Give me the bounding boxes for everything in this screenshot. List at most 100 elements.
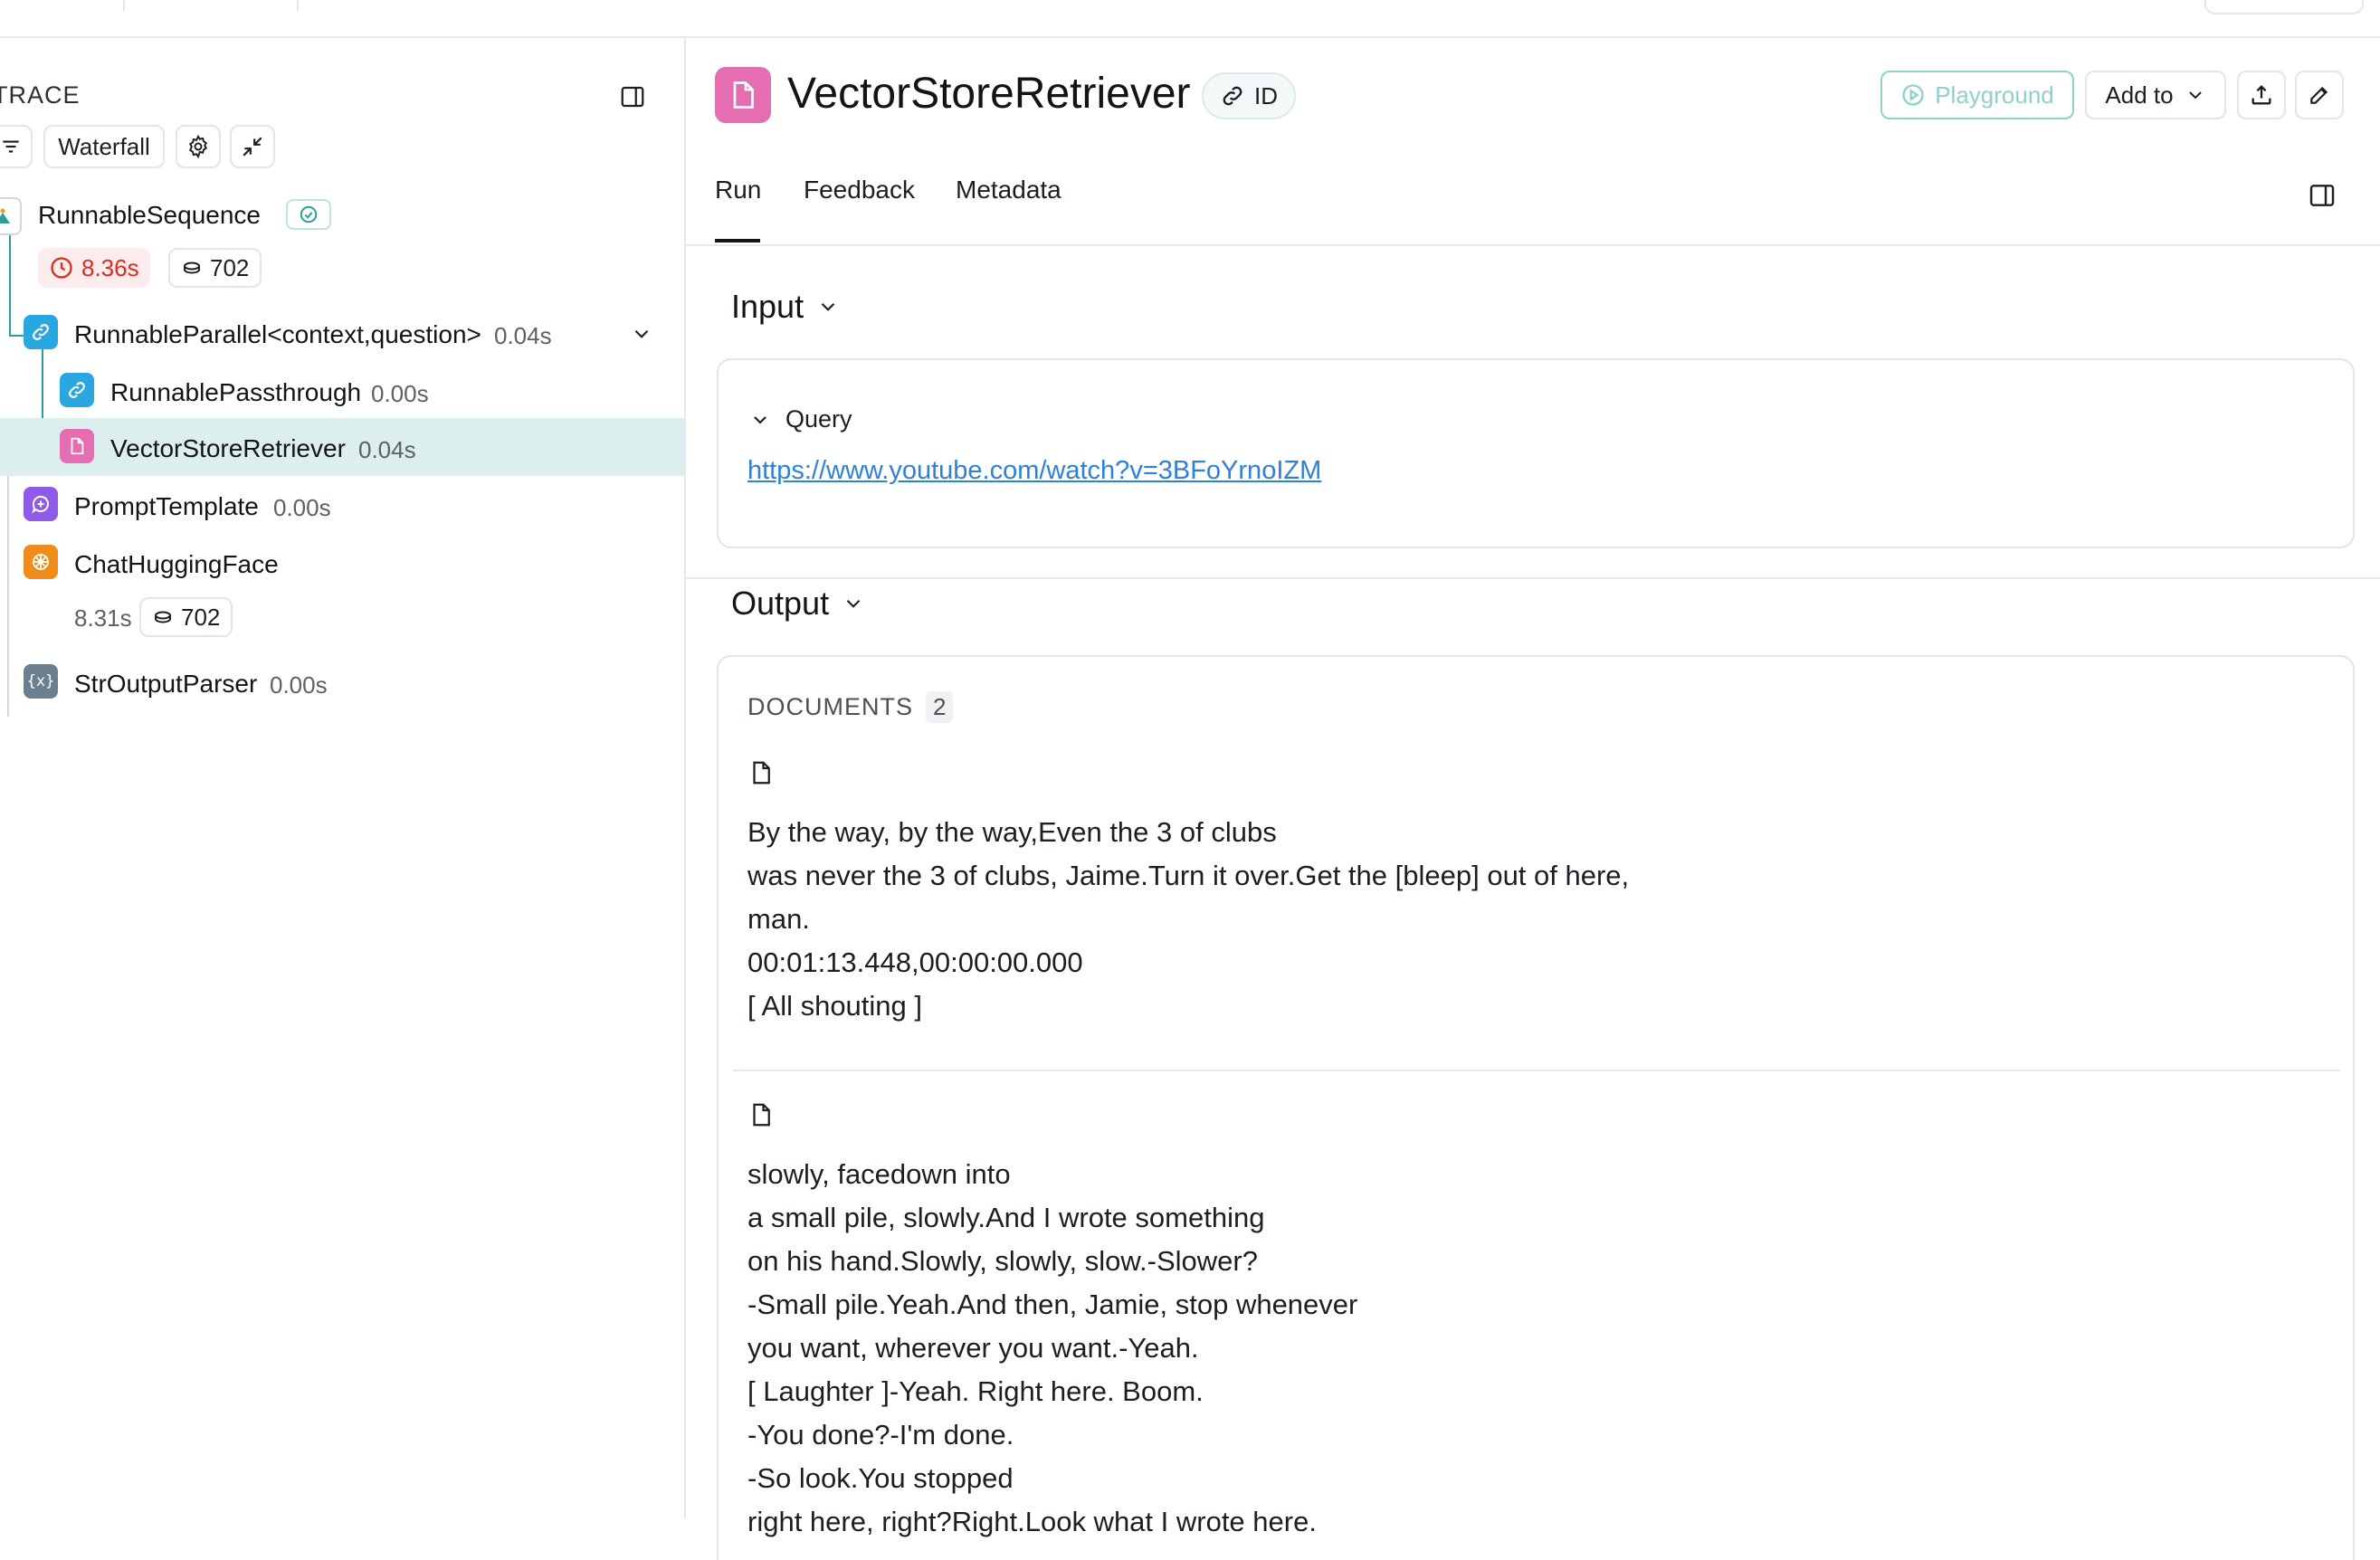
document-icon [60, 429, 94, 463]
tree-node-chat-huggingface[interactable]: ChatHuggingFace 8.31s 702 [0, 539, 684, 648]
tree-node-vectorstore-retriever[interactable]: VectorStoreRetriever 0.04s [0, 418, 684, 476]
document-line: [ All shouting ] [747, 990, 923, 1022]
input-card: Query https://www.youtube.com/watch?v=3B… [717, 358, 2355, 548]
view-mode-button[interactable]: Waterfall [43, 125, 165, 168]
chevron-down-icon[interactable] [630, 322, 653, 346]
document-line: slowly, facedown into [747, 1158, 1011, 1190]
share-button[interactable] [2237, 71, 2286, 119]
trace-title: TRACE [0, 81, 81, 109]
collapse-icon [243, 137, 262, 157]
latency-badge: 8.36s [38, 248, 150, 288]
top-divider [123, 0, 125, 11]
token-badge: 702 [139, 597, 233, 637]
success-badge [286, 199, 331, 230]
tab-metadata[interactable]: Metadata [956, 176, 1061, 205]
trace-panel: TRACE Waterfall RunnableSequence 8.36s 7… [0, 38, 686, 1518]
coins-icon [184, 262, 200, 274]
coins-icon [155, 611, 171, 623]
upload-icon [2251, 85, 2271, 105]
document-icon [715, 67, 771, 123]
active-tab-indicator [715, 239, 760, 243]
file-icon [747, 758, 775, 787]
node-name: RunnablePassthrough [110, 378, 362, 406]
gear-icon [188, 134, 208, 159]
node-name: RunnableParallel<context,question> [74, 320, 481, 348]
document-line: 00:01:13.448,00:00:00.000 [747, 946, 1083, 978]
document-1-content: By the way, by the way,Even the 3 of clu… [747, 811, 1629, 1028]
node-time: 0.00s [371, 380, 429, 407]
clock-icon [51, 257, 72, 279]
tab-run[interactable]: Run [715, 176, 761, 205]
document-line: you want, wherever you want.-Yeah. [747, 1332, 1199, 1364]
document-divider [733, 1070, 2340, 1071]
document-line: a small pile, slowly.And I wrote somethi… [747, 1202, 1265, 1233]
tree-node-runnable-passthrough[interactable]: RunnablePassthrough 0.00s [0, 367, 684, 425]
document-line: man. [747, 903, 810, 935]
chevron-down-icon [754, 415, 766, 424]
node-time: 0.04s [494, 322, 552, 349]
side-panel-toggle-icon[interactable] [2308, 181, 2337, 210]
chevron-down-icon [2188, 91, 2202, 100]
tab-feedback[interactable]: Feedback [804, 176, 915, 205]
panel-toggle-icon[interactable] [619, 83, 646, 110]
root-node-name[interactable]: RunnableSequence [38, 201, 261, 230]
output-title: Output [731, 585, 830, 622]
run-title: VectorStoreRetriever [787, 70, 1191, 118]
node-time: 8.31s [74, 604, 132, 632]
edit-button[interactable] [2295, 71, 2344, 119]
message-plus-icon [24, 487, 58, 521]
token-value: 702 [181, 603, 221, 631]
tree-node-prompt-template[interactable]: PromptTemplate 0.00s [0, 481, 684, 539]
document-line: -So look.You stopped [747, 1462, 1014, 1494]
filter-button[interactable] [0, 125, 33, 168]
documents-label: DOCUMENTS [747, 693, 913, 720]
section-divider [686, 577, 2380, 579]
document-line: -Small pile.Yeah.And then, Jamie, stop w… [747, 1289, 1358, 1320]
link-icon [24, 315, 58, 349]
token-value: 702 [210, 253, 250, 281]
document-line: -You done?-I'm done. [747, 1419, 1014, 1451]
add-to-label: Add to [2105, 81, 2174, 109]
brain-icon [24, 545, 58, 579]
documents-count-badge: 2 [926, 691, 954, 723]
document-2-content: slowly, facedown into a small pile, slowl… [747, 1153, 1357, 1544]
query-toggle[interactable]: Query [749, 405, 852, 433]
chevron-down-icon [821, 302, 835, 311]
document-line: [ Laughter ]-Yeah. Right here. Boom. [747, 1375, 1204, 1407]
tree-node-str-output-parser[interactable]: {x} StrOutputParser 0.00s [0, 659, 684, 717]
link-icon [60, 373, 94, 407]
link-icon [1223, 86, 1242, 106]
filter-icon [3, 140, 19, 153]
node-time: 0.00s [270, 671, 328, 699]
check-circle-icon [300, 205, 318, 224]
node-name: VectorStoreRetriever [110, 434, 346, 462]
id-label: ID [1254, 81, 1278, 109]
node-name: ChatHuggingFace [74, 550, 279, 578]
documents-header: DOCUMENTS 2 [747, 691, 954, 723]
play-circle-icon [1902, 84, 1924, 106]
token-badge: 702 [168, 248, 262, 288]
node-time: 0.00s [273, 494, 331, 521]
latency-value: 8.36s [81, 253, 139, 281]
node-name: PromptTemplate [74, 492, 259, 520]
output-card: DOCUMENTS 2 By the way, by the way,Even … [717, 655, 2355, 1560]
input-section-toggle[interactable]: Input [731, 288, 840, 326]
file-icon [747, 1100, 775, 1129]
top-right-button[interactable] [2204, 0, 2364, 14]
chain-icon [0, 197, 22, 235]
output-section-toggle[interactable]: Output [731, 585, 865, 623]
collapse-button[interactable] [230, 125, 275, 168]
node-time: 0.04s [358, 436, 416, 463]
node-name: StrOutputParser [74, 670, 258, 698]
run-detail-panel: VectorStoreRetriever ID Playground Add t… [686, 38, 2380, 1560]
tab-divider [686, 244, 2380, 246]
settings-button[interactable] [176, 125, 221, 168]
copy-id-button[interactable]: ID [1202, 72, 1296, 119]
document-line: By the way, by the way,Even the 3 of clu… [747, 816, 1277, 848]
tree-node-runnable-parallel[interactable]: RunnableParallel<context,question> 0.04s [0, 309, 684, 367]
document-line: was never the 3 of clubs, Jaime.Turn it … [747, 860, 1630, 891]
playground-button[interactable]: Playground [1880, 71, 2074, 119]
query-link[interactable]: https://www.youtube.com/watch?v=3BFoYrno… [747, 456, 1321, 486]
add-to-button[interactable]: Add to [2085, 71, 2226, 119]
document-line: on his hand.Slowly, slowly, slow.-Slower… [747, 1245, 1258, 1277]
